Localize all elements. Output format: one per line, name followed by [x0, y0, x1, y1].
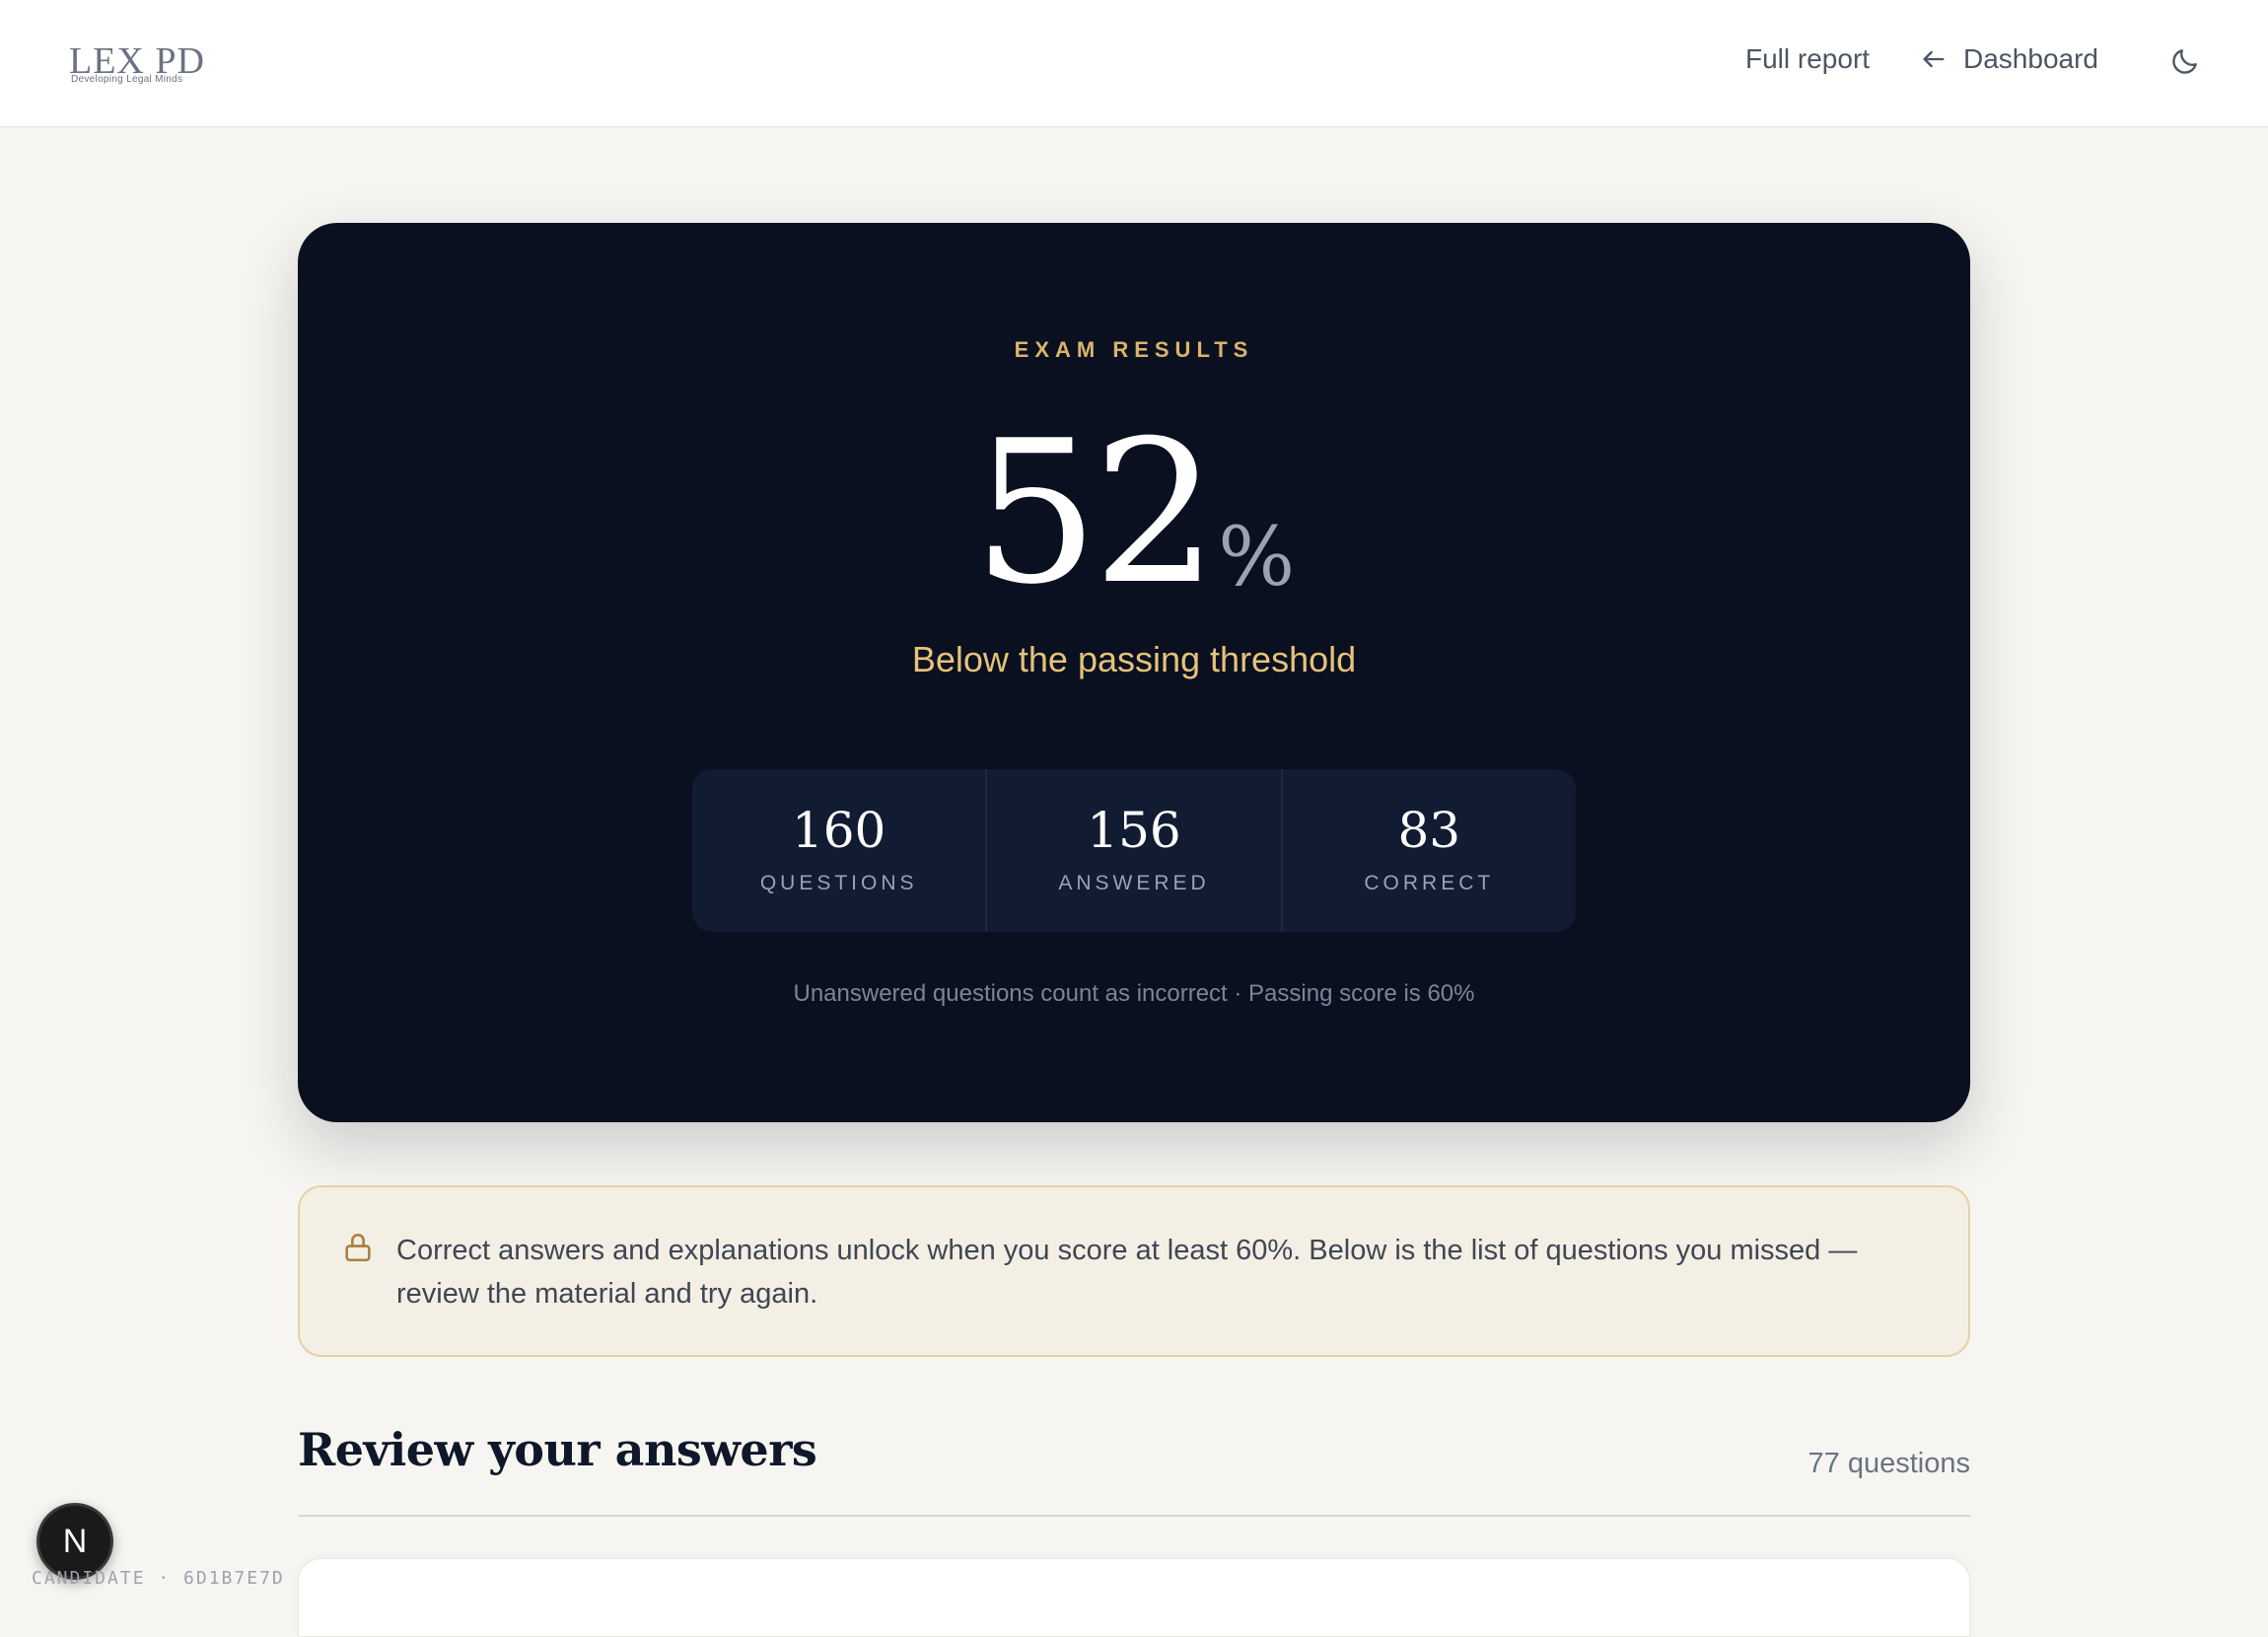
moon-icon — [2172, 49, 2197, 74]
logo[interactable]: LEX PD Developing Legal Minds — [69, 39, 217, 89]
review-section-title: Review your answers — [298, 1423, 817, 1476]
stat-correct: 83 CORRECT — [1280, 769, 1576, 932]
theme-toggle-button[interactable] — [2169, 45, 2201, 77]
review-question-count: 77 questions — [1807, 1448, 1970, 1479]
pass-status: Below the passing threshold — [911, 639, 1357, 679]
stat-label: QUESTIONS — [759, 872, 918, 894]
score-display: 52 % — [298, 415, 1970, 612]
stat-value: 83 — [1397, 802, 1461, 859]
question-card[interactable] — [298, 1558, 1970, 1637]
arrow-left-icon — [1923, 50, 1945, 68]
section-divider — [298, 1515, 1970, 1517]
stat-answered: 156 ANSWERED — [985, 769, 1280, 932]
stat-label: ANSWERED — [1058, 872, 1210, 894]
notice-text: Correct answers and explanations unlock … — [396, 1235, 1858, 1310]
score-unit: % — [1218, 511, 1296, 605]
scoring-footnote: Unanswered questions count as incorrect … — [793, 980, 1475, 1007]
dashboard-link[interactable]: Dashboard — [1920, 43, 2098, 75]
results-eyebrow: EXAM RESULTS — [1014, 337, 1254, 362]
stat-questions: 160 QUESTIONS — [692, 769, 985, 932]
logo-tagline: Developing Legal Minds — [71, 74, 183, 85]
candidate-id: CANDIDATE · 6D1B7E7D — [32, 1568, 285, 1589]
top-bar: LEX PD Developing Legal Minds Full repor… — [0, 0, 2268, 127]
locked-answers-notice: Correct answers and explanations unlock … — [298, 1185, 1970, 1357]
full-report-link[interactable]: Full report — [1745, 43, 1870, 75]
stat-label: CORRECT — [1364, 872, 1495, 894]
results-card: EXAM RESULTS 52 % Below the passing thre… — [298, 223, 1970, 1122]
stat-value: 156 — [1087, 802, 1181, 859]
dashboard-link-label: Dashboard — [1963, 43, 2098, 74]
score-value: 52 — [972, 398, 1218, 628]
stat-value: 160 — [791, 802, 886, 859]
lock-icon — [345, 1234, 371, 1262]
stats-panel: 160 QUESTIONS 156 ANSWERED 83 CORRECT — [692, 769, 1576, 932]
